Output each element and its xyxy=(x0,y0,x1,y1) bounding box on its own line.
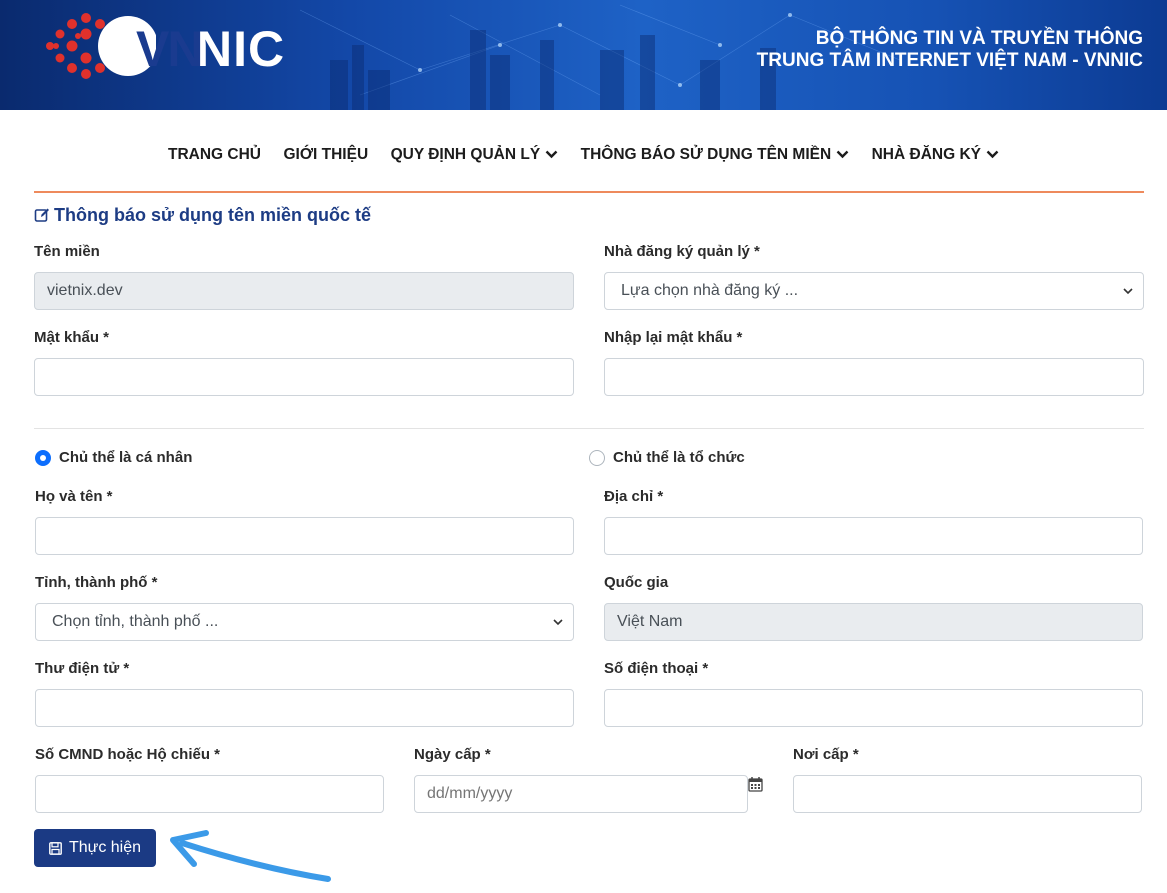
phone-input[interactable] xyxy=(604,689,1143,727)
password-confirm-input[interactable] xyxy=(604,358,1144,396)
nav-item-about[interactable]: GIỚI THIỆU xyxy=(283,146,368,164)
issue-place-input[interactable] xyxy=(793,775,1142,813)
issue-place-label: Nơi cấp * xyxy=(793,746,859,763)
save-icon xyxy=(49,841,62,855)
nav-item-domain-notice[interactable]: THÔNG BÁO SỬ DỤNG TÊN MIỀN xyxy=(581,146,850,164)
issue-date-input[interactable] xyxy=(414,775,748,813)
issue-date-label: Ngày cấp * xyxy=(414,746,491,763)
province-selected: Chọn tỉnh, thành phố ... xyxy=(52,613,219,630)
radio-checked-icon xyxy=(35,449,51,466)
organization-name: BỘ THÔNG TIN VÀ TRUYỀN THÔNG TRUNG TÂM I… xyxy=(757,28,1143,72)
registrar-selected: Lựa chọn nhà đăng ký ... xyxy=(621,282,799,299)
section-divider xyxy=(34,428,1144,429)
id-number-input[interactable] xyxy=(35,775,384,813)
country-value: Việt Nam xyxy=(617,613,683,630)
edit-icon xyxy=(34,208,49,222)
main-navigation: TRANG CHỦ GIỚI THIỆU QUY ĐỊNH QUẢN LÝ TH… xyxy=(0,146,1167,164)
nav-item-home[interactable]: TRANG CHỦ xyxy=(168,146,261,164)
email-label: Thư điện tử * xyxy=(35,660,130,677)
nav-item-label: NHÀ ĐĂNG KÝ xyxy=(871,146,981,163)
radio-organization-label: Chủ thể là tổ chức xyxy=(613,449,745,466)
nav-item-label: QUY ĐỊNH QUẢN LÝ xyxy=(390,146,541,163)
password-confirm-label: Nhập lại mật khẩu * xyxy=(604,329,743,346)
nav-item-label: TRANG CHỦ xyxy=(168,146,261,163)
chevron-down-icon xyxy=(836,151,849,159)
form-title: Thông báo sử dụng tên miền quốc tế xyxy=(34,205,371,226)
address-input[interactable] xyxy=(604,517,1143,555)
radio-organization[interactable]: Chủ thể là tổ chức xyxy=(589,449,745,466)
logo-wordmark: NIC xyxy=(196,21,286,77)
annotation-arrow-icon xyxy=(170,830,331,882)
chevron-down-icon xyxy=(986,151,999,159)
radio-unchecked-icon xyxy=(589,449,605,466)
chevron-down-icon xyxy=(1123,287,1133,294)
nav-item-regulations[interactable]: QUY ĐỊNH QUẢN LÝ xyxy=(391,146,559,164)
domain-value: vietnix.dev xyxy=(47,282,123,299)
org-line-2: TRUNG TÂM INTERNET VIỆT NAM - VNNIC xyxy=(756,50,1143,71)
chevron-down-icon xyxy=(545,151,558,159)
nav-divider xyxy=(34,191,1144,193)
email-input[interactable] xyxy=(35,689,574,727)
country-label: Quốc gia xyxy=(604,574,669,591)
domain-field: vietnix.dev xyxy=(34,272,574,310)
org-line-1: BỘ THÔNG TIN VÀ TRUYỀN THÔNG xyxy=(815,28,1143,49)
registrar-select[interactable]: Lựa chọn nhà đăng ký ... xyxy=(604,272,1144,310)
domain-label: Tên miền xyxy=(34,243,100,260)
nav-item-label: THÔNG BÁO SỬ DỤNG TÊN MIỀN xyxy=(580,146,832,163)
nav-item-registrars[interactable]: NHÀ ĐĂNG KÝ xyxy=(872,146,999,164)
password-label: Mật khẩu * xyxy=(34,329,110,346)
radio-individual[interactable]: Chủ thể là cá nhân xyxy=(35,449,192,466)
radio-individual-label: Chủ thể là cá nhân xyxy=(59,449,193,466)
password-input[interactable] xyxy=(34,358,574,396)
full-name-input[interactable] xyxy=(35,517,574,555)
vnnic-logo[interactable]: NIC VN xyxy=(36,6,284,86)
country-field: Việt Nam xyxy=(604,603,1143,641)
id-number-label: Số CMND hoặc Hộ chiếu * xyxy=(35,746,221,763)
phone-label: Số điện thoại * xyxy=(604,660,709,677)
full-name-label: Họ và tên * xyxy=(35,488,113,505)
submit-button[interactable]: Thực hiện xyxy=(34,829,156,867)
submit-button-label: Thực hiện xyxy=(68,839,142,856)
header-banner: NIC VN BỘ THÔNG TIN VÀ TRUYỀN THÔNG TRUN… xyxy=(0,0,1167,110)
province-label: Tỉnh, thành phố * xyxy=(35,574,158,591)
province-select[interactable]: Chọn tỉnh, thành phố ... xyxy=(35,603,574,641)
logo-vn-mark: VN xyxy=(136,21,203,77)
chevron-down-icon xyxy=(553,618,563,625)
form-title-text: Thông báo sử dụng tên miền quốc tế xyxy=(54,205,372,225)
calendar-icon[interactable] xyxy=(748,776,763,792)
nav-item-label: GIỚI THIỆU xyxy=(283,146,369,163)
address-label: Địa chỉ * xyxy=(604,488,664,505)
registrar-label: Nhà đăng ký quản lý * xyxy=(604,243,760,260)
